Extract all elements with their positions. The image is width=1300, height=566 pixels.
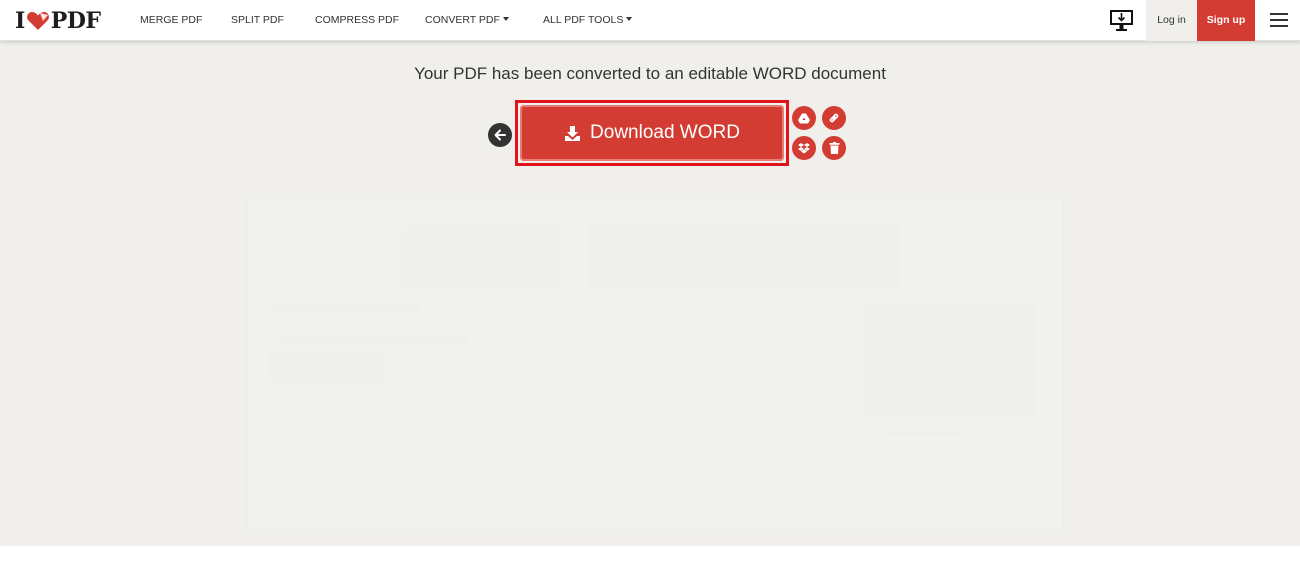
hamburger-menu-icon[interactable] — [1270, 13, 1288, 27]
top-navbar: I PDF MERGE PDF SPLIT PDF COMPRESS PDF C… — [0, 0, 1300, 41]
preview-block — [270, 352, 385, 382]
download-icon — [565, 125, 581, 141]
download-word-button[interactable]: Download WORD — [520, 105, 784, 161]
nav-split-pdf[interactable]: SPLIT PDF — [231, 0, 284, 41]
nav-all-pdf-tools[interactable]: ALL PDF TOOLS — [543, 0, 633, 41]
nav-label: MERGE PDF — [140, 14, 203, 26]
preview-block — [401, 226, 561, 289]
caret-down-icon — [502, 17, 509, 21]
nav-merge-pdf[interactable]: MERGE PDF — [140, 0, 202, 41]
delete-button[interactable] — [822, 136, 846, 160]
trash-icon — [829, 142, 839, 154]
google-drive-icon — [798, 113, 810, 123]
logo-pdf: PDF — [50, 8, 101, 34]
dropbox-icon — [798, 143, 810, 154]
nav-compress-pdf[interactable]: COMPRESS PDF — [315, 0, 399, 41]
nav-label: ALL PDF TOOLS — [543, 14, 624, 26]
login-button[interactable]: Log in — [1146, 0, 1197, 41]
preview-image — [863, 306, 1035, 416]
main-content: Your PDF has been converted to an editab… — [0, 41, 1300, 546]
nav-convert-pdf[interactable]: CONVERT PDF — [425, 0, 509, 41]
nav-label: SPLIT PDF — [231, 14, 284, 26]
logo-i: I — [15, 8, 25, 34]
signup-button[interactable]: Sign up — [1197, 0, 1255, 41]
copy-link-button[interactable] — [822, 106, 846, 130]
preview-line — [278, 336, 468, 342]
nav-label: CONVERT PDF — [425, 14, 500, 26]
preview-block — [588, 226, 900, 289]
google-drive-button[interactable] — [792, 106, 816, 130]
download-label: Download WORD — [590, 122, 740, 143]
back-button[interactable] — [488, 123, 512, 147]
caret-down-icon — [626, 17, 633, 21]
desktop-download-icon[interactable] — [1109, 9, 1134, 32]
preview-line — [270, 305, 420, 311]
preview-line — [888, 430, 963, 436]
heart-icon — [26, 12, 49, 30]
link-icon — [829, 113, 839, 123]
arrow-left-icon — [494, 129, 506, 141]
dropbox-button[interactable] — [792, 136, 816, 160]
page-title: Your PDF has been converted to an editab… — [414, 64, 886, 83]
nav-label: COMPRESS PDF — [315, 14, 400, 26]
document-preview — [248, 199, 1063, 529]
footer — [0, 546, 1300, 566]
ilovepdf-logo[interactable]: I PDF — [15, 8, 101, 34]
